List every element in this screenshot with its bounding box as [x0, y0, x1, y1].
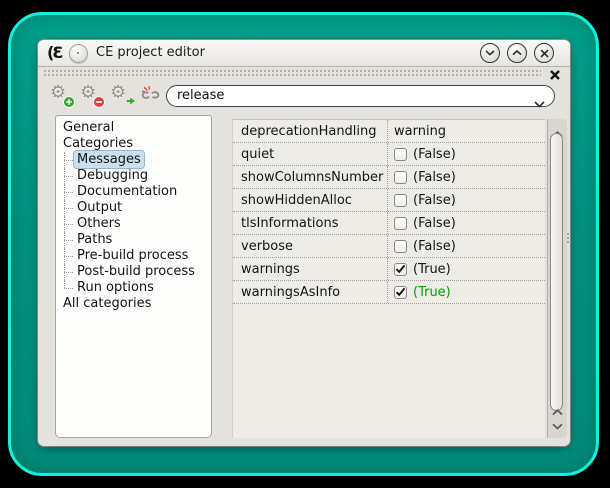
checkbox-checked[interactable]	[394, 263, 407, 276]
property-name: deprecationHandling	[233, 124, 387, 139]
broken-link-icon	[140, 86, 161, 103]
tree-item-label: Paths	[77, 232, 112, 247]
vertical-scrollbar[interactable]	[547, 119, 567, 438]
tree-item-general[interactable]: General	[56, 120, 211, 136]
tree-item-label: Debugging	[77, 168, 148, 183]
property-value-text: (True)	[413, 262, 451, 277]
gear-arrow-icon: ⚙	[110, 82, 126, 104]
property-name: warnings	[233, 262, 387, 277]
configuration-combobox[interactable]: release	[166, 85, 555, 107]
property-value-cell: (True)	[387, 281, 545, 303]
window-menu-button[interactable]	[69, 44, 88, 63]
tree-item-label: Pre-build process	[77, 248, 188, 263]
property-name: warningsAsInfo	[233, 285, 387, 300]
toolbar-close-icon[interactable]	[549, 66, 561, 78]
tree-item-label: Messages	[74, 151, 144, 168]
checkbox-unchecked[interactable]	[394, 148, 407, 161]
table-row[interactable]: verbose (False)	[233, 235, 545, 258]
close-icon	[540, 49, 549, 58]
tree-item-label: General	[63, 120, 114, 135]
ce-project-editor-window: (Ɛ CE project editor ⚙	[38, 40, 570, 446]
combobox-value: release	[177, 88, 224, 103]
tree-item-output[interactable]: Output	[56, 200, 211, 216]
tree-item-label: Others	[77, 216, 121, 231]
chevron-down-icon	[485, 50, 495, 56]
property-name: showColumnsNumber	[233, 170, 387, 185]
property-value-cell: (False)	[387, 189, 545, 211]
decorative-frame: (Ɛ CE project editor ⚙	[8, 12, 599, 476]
tree-item-label: Documentation	[77, 184, 177, 199]
table-row[interactable]: warningsAsInfo (True)	[233, 281, 545, 304]
property-name: showHiddenAlloc	[233, 193, 387, 208]
window-title: CE project editor	[96, 45, 205, 60]
property-value-cell: (False)	[387, 166, 545, 188]
property-value-cell: (False)	[387, 235, 545, 257]
table-row[interactable]: quiet (False)	[233, 143, 545, 166]
table-row[interactable]: warnings (True)	[233, 258, 545, 281]
checkbox-unchecked[interactable]	[394, 240, 407, 253]
chevron-up-icon	[512, 50, 522, 56]
table-row[interactable]: deprecationHandling warning	[233, 120, 545, 143]
property-value-text: (False)	[413, 170, 456, 185]
tree-item-messages[interactable]: Messages	[56, 152, 211, 168]
toolbar: ⚙ ⚙ ⚙	[38, 78, 570, 114]
property-name: quiet	[233, 147, 387, 162]
run-configuration-button[interactable]: ⚙	[110, 84, 132, 106]
table-row[interactable]: showHiddenAlloc (False)	[233, 189, 545, 212]
tree-item-label: Categories	[63, 136, 133, 151]
category-tree: GeneralCategoriesMessagesDebuggingDocume…	[55, 115, 212, 438]
property-value-cell: (False)	[387, 143, 545, 165]
property-value-cell: warning	[387, 120, 545, 142]
titlebar[interactable]: (Ɛ CE project editor	[38, 40, 570, 67]
tree-item-label: Post-build process	[77, 264, 195, 279]
scroll-down-icon[interactable]	[552, 415, 563, 434]
tree-item-documentation[interactable]: Documentation	[56, 184, 211, 200]
table-row[interactable]: tlsInformations (False)	[233, 212, 545, 235]
maximize-button[interactable]	[507, 43, 527, 63]
property-value-text: (False)	[413, 216, 456, 231]
close-button[interactable]	[534, 43, 554, 63]
tree-item-run-options[interactable]: Run options	[56, 280, 211, 296]
tree-item-debugging[interactable]: Debugging	[56, 168, 211, 184]
scrollbar-thumb[interactable]	[550, 133, 563, 411]
chevron-down-icon	[534, 93, 545, 112]
property-value-text: (False)	[413, 239, 456, 254]
tree-item-paths[interactable]: Paths	[56, 232, 211, 248]
minimize-button[interactable]	[480, 43, 500, 63]
tree-item-label: Run options	[77, 280, 154, 295]
remove-configuration-button[interactable]: ⚙	[80, 84, 102, 106]
tree-item-label: Output	[77, 200, 122, 215]
property-table: deprecationHandlingwarningquiet(False)sh…	[232, 119, 545, 438]
property-name: tlsInformations	[233, 216, 387, 231]
property-value-text: (False)	[413, 147, 456, 162]
tree-item-pre-build-process[interactable]: Pre-build process	[56, 248, 211, 264]
property-name: verbose	[233, 239, 387, 254]
checkbox-unchecked[interactable]	[394, 171, 407, 184]
tree-item-categories[interactable]: Categories	[56, 136, 211, 152]
add-configuration-button[interactable]: ⚙	[50, 84, 72, 106]
checkbox-unchecked[interactable]	[394, 217, 407, 230]
property-value-text: warning	[394, 124, 446, 139]
property-value-text: (True)	[413, 285, 451, 300]
property-value-cell: (True)	[387, 258, 545, 280]
property-value-text: (False)	[413, 193, 456, 208]
property-value-cell: (False)	[387, 212, 545, 234]
checkbox-checked[interactable]	[394, 286, 407, 299]
tree-item-all-categories[interactable]: All categories	[56, 296, 211, 312]
tree-item-post-build-process[interactable]: Post-build process	[56, 264, 211, 280]
checkbox-unchecked[interactable]	[394, 194, 407, 207]
splitter-dots[interactable]	[567, 233, 569, 245]
app-icon: (Ɛ	[47, 43, 61, 62]
toolbar-handle[interactable]	[43, 68, 541, 78]
screen: (Ɛ CE project editor ⚙	[0, 0, 610, 488]
tree-item-others[interactable]: Others	[56, 216, 211, 232]
tree-item-label: All categories	[63, 296, 151, 311]
unlink-button[interactable]	[140, 86, 162, 108]
table-row[interactable]: showColumnsNumber (False)	[233, 166, 545, 189]
